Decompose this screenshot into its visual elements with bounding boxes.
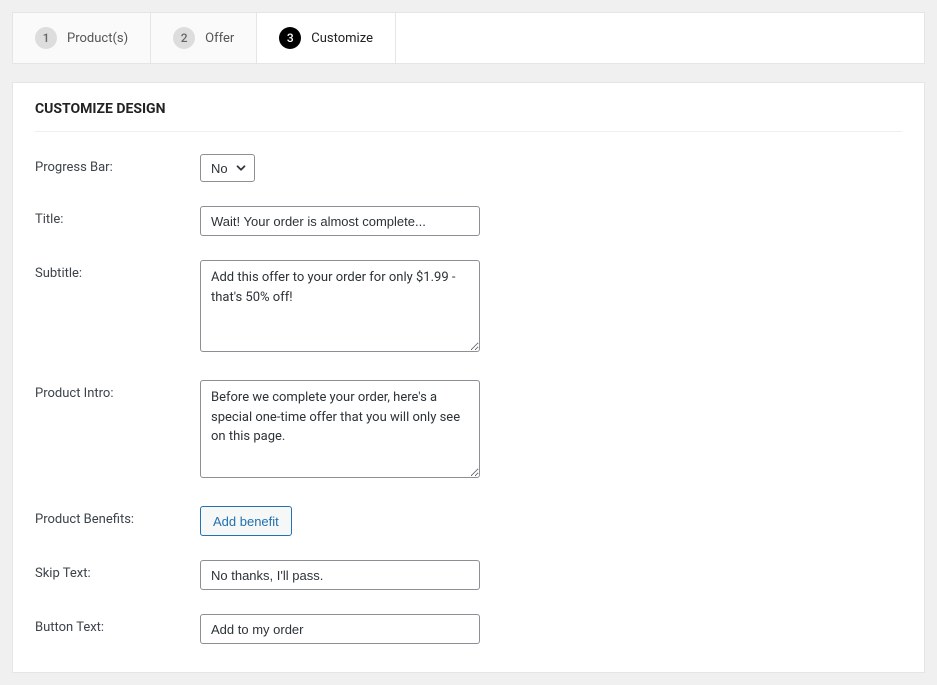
input-title[interactable]	[200, 206, 480, 236]
tab-number: 3	[279, 27, 301, 49]
label-subtitle: Subtitle:	[35, 260, 200, 281]
label-title: Title:	[35, 206, 200, 227]
textarea-product-intro[interactable]: Before we complete your order, here's a …	[200, 380, 480, 478]
label-button-text: Button Text:	[35, 614, 200, 635]
field-progress-bar: Progress Bar: No	[35, 154, 902, 182]
label-product-intro: Product Intro:	[35, 380, 200, 401]
tab-products[interactable]: 1 Product(s)	[13, 13, 151, 63]
tab-number: 2	[173, 27, 195, 49]
select-progress-bar[interactable]: No	[200, 154, 255, 182]
field-product-benefits: Product Benefits: Add benefit	[35, 506, 902, 536]
field-product-intro: Product Intro: Before we complete your o…	[35, 380, 902, 482]
field-subtitle: Subtitle: Add this offer to your order f…	[35, 260, 902, 356]
tab-label: Customize	[311, 31, 373, 46]
tab-offer[interactable]: 2 Offer	[151, 13, 257, 63]
field-button-text: Button Text:	[35, 614, 902, 644]
tab-label: Offer	[205, 31, 234, 46]
label-skip-text: Skip Text:	[35, 560, 200, 581]
tab-number: 1	[35, 27, 57, 49]
input-button-text[interactable]	[200, 614, 480, 644]
textarea-subtitle[interactable]: Add this offer to your order for only $1…	[200, 260, 480, 352]
field-skip-text: Skip Text:	[35, 560, 902, 590]
tab-label: Product(s)	[67, 31, 128, 46]
input-skip-text[interactable]	[200, 560, 480, 590]
step-tabs: 1 Product(s) 2 Offer 3 Customize	[12, 12, 925, 64]
panel-title: CUSTOMIZE DESIGN	[35, 101, 902, 132]
label-progress-bar: Progress Bar:	[35, 154, 200, 175]
field-title: Title:	[35, 206, 902, 236]
add-benefit-button[interactable]: Add benefit	[200, 506, 292, 536]
label-product-benefits: Product Benefits:	[35, 506, 200, 527]
tab-customize[interactable]: 3 Customize	[257, 13, 396, 63]
customize-panel: CUSTOMIZE DESIGN Progress Bar: No Title:…	[12, 82, 925, 673]
